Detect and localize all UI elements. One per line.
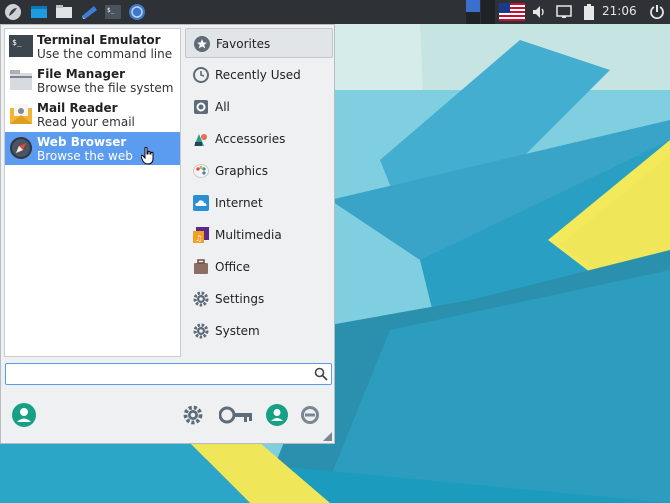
lock-icon[interactable]: [218, 403, 254, 427]
category-recently-used[interactable]: Recently Used: [185, 60, 333, 90]
mail-icon: [10, 104, 32, 124]
category-label: Settings: [215, 292, 265, 306]
list-item[interactable]: Mail Reader Read your email: [5, 98, 180, 131]
app-description: Browse the web: [37, 149, 133, 163]
category-graphics[interactable]: Graphics: [185, 156, 333, 186]
svg-text:$_: $_: [12, 38, 22, 47]
category-office[interactable]: Office: [185, 252, 333, 282]
app-description: Browse the file system: [37, 81, 174, 95]
search-field[interactable]: [5, 363, 332, 385]
workspace-3[interactable]: [466, 12, 480, 24]
graphics-icon: [193, 164, 209, 178]
cloud-icon: [193, 195, 209, 211]
app-name: File Manager: [37, 67, 126, 81]
gear-icon: [193, 323, 209, 339]
category-label: Recently Used: [215, 68, 301, 82]
favorites-list: $_ Terminal Emulator Use the command lin…: [4, 28, 181, 357]
clock[interactable]: 21:06: [602, 4, 637, 18]
briefcase-icon: [194, 259, 208, 274]
workspace-4[interactable]: [481, 12, 495, 24]
all-icon: [194, 100, 208, 114]
logout-icon[interactable]: [298, 403, 322, 427]
display-icon[interactable]: [554, 2, 574, 22]
category-label: All: [215, 100, 230, 114]
category-label: System: [215, 324, 260, 338]
switch-user-icon[interactable]: [265, 403, 289, 427]
category-label: Internet: [215, 196, 263, 210]
power-icon[interactable]: [647, 2, 667, 22]
category-all[interactable]: All: [185, 92, 333, 122]
top-panel: $_ 21:06: [0, 0, 670, 24]
workspace-2[interactable]: [481, 0, 495, 12]
terminal-icon[interactable]: $_: [103, 2, 123, 22]
resize-grip-icon[interactable]: [323, 432, 332, 441]
file-manager-icon[interactable]: [54, 2, 74, 22]
category-list: Favorites Recently Used All Accessories …: [185, 28, 333, 357]
web-browser-icon: [10, 137, 32, 159]
category-label: Office: [215, 260, 251, 274]
app-name: Terminal Emulator: [37, 33, 161, 47]
list-item[interactable]: File Manager Browse the file system: [5, 64, 180, 97]
search-input[interactable]: [10, 366, 300, 382]
clock-icon: [193, 67, 209, 83]
terminal-icon: $_: [9, 35, 33, 57]
svg-text:♫: ♫: [195, 234, 202, 243]
list-item[interactable]: $_ Terminal Emulator Use the command lin…: [5, 30, 180, 63]
star-icon: [194, 36, 210, 52]
category-favorites[interactable]: Favorites: [185, 28, 333, 58]
mail-icon[interactable]: [79, 2, 99, 22]
volume-icon[interactable]: [530, 2, 550, 22]
category-label: Favorites: [216, 37, 271, 51]
search-icon: [314, 367, 328, 381]
app-name: Web Browser: [37, 135, 127, 149]
multimedia-icon: ♫: [193, 227, 209, 243]
category-label: Graphics: [215, 164, 268, 178]
battery-icon[interactable]: [579, 2, 599, 22]
category-settings[interactable]: Settings: [185, 284, 333, 314]
whisker-menu-icon[interactable]: [3, 2, 23, 22]
category-system[interactable]: System: [185, 316, 333, 346]
file-manager-icon: [10, 70, 32, 90]
category-internet[interactable]: Internet: [185, 188, 333, 218]
hand-cursor-icon: [141, 147, 154, 165]
category-label: Multimedia: [215, 228, 282, 242]
app-name: Mail Reader: [37, 101, 118, 115]
application-menu: $_ Terminal Emulator Use the command lin…: [0, 24, 335, 444]
settings-icon[interactable]: [181, 403, 205, 427]
accessories-icon: [194, 134, 207, 146]
gear-icon: [193, 291, 209, 307]
list-item[interactable]: Web Browser Browse the web: [5, 132, 180, 165]
svg-text:$_: $_: [107, 7, 115, 14]
category-multimedia[interactable]: ♫ Multimedia: [185, 220, 333, 250]
app-description: Use the command line: [37, 47, 173, 61]
us-flag-icon[interactable]: [498, 2, 526, 22]
app-description: Read your email: [37, 115, 135, 129]
category-label: Accessories: [215, 132, 286, 146]
workspace-1[interactable]: [466, 0, 480, 12]
show-desktop-icon[interactable]: [29, 2, 49, 22]
web-browser-icon[interactable]: [127, 2, 147, 22]
category-accessories[interactable]: Accessories: [185, 124, 333, 154]
user-icon[interactable]: [12, 403, 36, 427]
